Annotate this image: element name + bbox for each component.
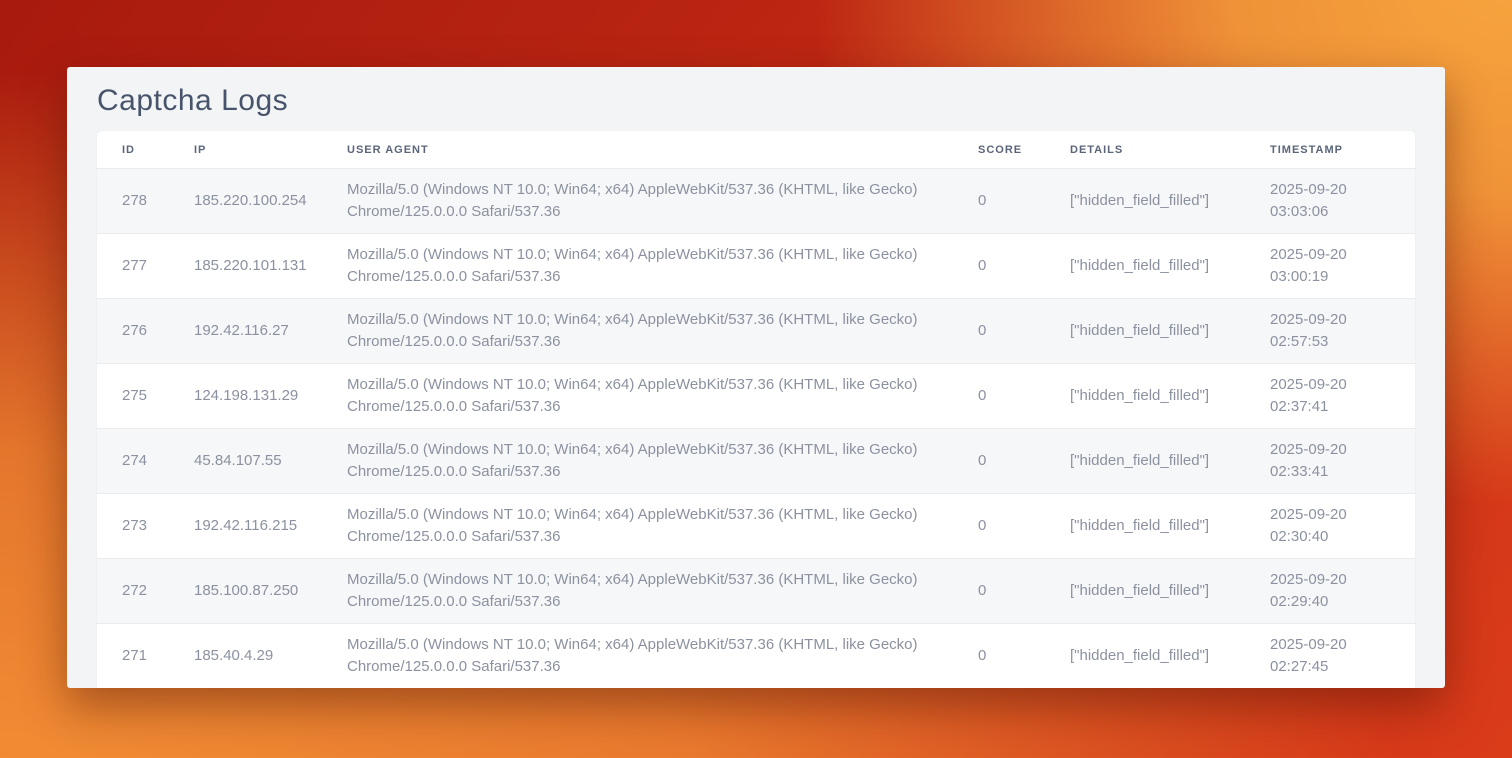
cell-ip: 124.198.131.29 (194, 363, 347, 428)
cell-details: ["hidden_field_filled"] (1070, 363, 1270, 428)
cell-timestamp: 2025-09-20 02:57:53 (1270, 298, 1415, 363)
table-row: 274 45.84.107.55 Mozilla/5.0 (Windows NT… (97, 428, 1415, 493)
cell-timestamp: 2025-09-20 02:29:40 (1270, 558, 1415, 623)
cell-ip: 192.42.116.27 (194, 298, 347, 363)
column-header-details: DETAILS (1070, 131, 1270, 168)
cell-id: 278 (97, 168, 194, 233)
captcha-logs-card: Captcha Logs ID IP USER AGENT SCORE DETA… (67, 67, 1445, 688)
cell-user-agent: Mozilla/5.0 (Windows NT 10.0; Win64; x64… (347, 428, 978, 493)
column-header-user-agent: USER AGENT (347, 131, 978, 168)
column-header-id: ID (97, 131, 194, 168)
cell-timestamp: 2025-09-20 02:30:40 (1270, 493, 1415, 558)
table-header-row: ID IP USER AGENT SCORE DETAILS TIMESTAMP (97, 131, 1415, 168)
cell-details: ["hidden_field_filled"] (1070, 623, 1270, 688)
table-row: 272 185.100.87.250 Mozilla/5.0 (Windows … (97, 558, 1415, 623)
table-row: 278 185.220.100.254 Mozilla/5.0 (Windows… (97, 168, 1415, 233)
cell-ip: 185.220.101.131 (194, 233, 347, 298)
cell-timestamp: 2025-09-20 02:37:41 (1270, 363, 1415, 428)
cell-user-agent: Mozilla/5.0 (Windows NT 10.0; Win64; x64… (347, 493, 978, 558)
table-row: 273 192.42.116.215 Mozilla/5.0 (Windows … (97, 493, 1415, 558)
cell-id: 276 (97, 298, 194, 363)
cell-user-agent: Mozilla/5.0 (Windows NT 10.0; Win64; x64… (347, 233, 978, 298)
cell-id: 272 (97, 558, 194, 623)
cell-details: ["hidden_field_filled"] (1070, 168, 1270, 233)
cell-score: 0 (978, 363, 1070, 428)
cell-details: ["hidden_field_filled"] (1070, 558, 1270, 623)
cell-details: ["hidden_field_filled"] (1070, 298, 1270, 363)
column-header-timestamp: TIMESTAMP (1270, 131, 1415, 168)
table-row: 271 185.40.4.29 Mozilla/5.0 (Windows NT … (97, 623, 1415, 688)
cell-user-agent: Mozilla/5.0 (Windows NT 10.0; Win64; x64… (347, 363, 978, 428)
cell-timestamp: 2025-09-20 03:03:06 (1270, 168, 1415, 233)
cell-details: ["hidden_field_filled"] (1070, 493, 1270, 558)
cell-id: 271 (97, 623, 194, 688)
cell-timestamp: 2025-09-20 02:27:45 (1270, 623, 1415, 688)
cell-score: 0 (978, 233, 1070, 298)
cell-id: 277 (97, 233, 194, 298)
table-row: 276 192.42.116.27 Mozilla/5.0 (Windows N… (97, 298, 1415, 363)
table-row: 277 185.220.101.131 Mozilla/5.0 (Windows… (97, 233, 1415, 298)
cell-score: 0 (978, 623, 1070, 688)
captcha-logs-table: ID IP USER AGENT SCORE DETAILS TIMESTAMP… (97, 131, 1415, 688)
cell-ip: 185.40.4.29 (194, 623, 347, 688)
cell-score: 0 (978, 298, 1070, 363)
cell-user-agent: Mozilla/5.0 (Windows NT 10.0; Win64; x64… (347, 168, 978, 233)
cell-id: 274 (97, 428, 194, 493)
cell-score: 0 (978, 493, 1070, 558)
table-body: 278 185.220.100.254 Mozilla/5.0 (Windows… (97, 168, 1415, 688)
cell-id: 273 (97, 493, 194, 558)
column-header-score: SCORE (978, 131, 1070, 168)
column-header-ip: IP (194, 131, 347, 168)
cell-timestamp: 2025-09-20 02:33:41 (1270, 428, 1415, 493)
cell-ip: 185.220.100.254 (194, 168, 347, 233)
cell-score: 0 (978, 558, 1070, 623)
page-background: { "page": { "title": "Captcha Logs" }, "… (0, 0, 1512, 758)
cell-timestamp: 2025-09-20 03:00:19 (1270, 233, 1415, 298)
cell-details: ["hidden_field_filled"] (1070, 233, 1270, 298)
cell-score: 0 (978, 428, 1070, 493)
cell-score: 0 (978, 168, 1070, 233)
cell-ip: 45.84.107.55 (194, 428, 347, 493)
cell-user-agent: Mozilla/5.0 (Windows NT 10.0; Win64; x64… (347, 298, 978, 363)
cell-ip: 185.100.87.250 (194, 558, 347, 623)
cell-details: ["hidden_field_filled"] (1070, 428, 1270, 493)
cell-user-agent: Mozilla/5.0 (Windows NT 10.0; Win64; x64… (347, 558, 978, 623)
page-title: Captcha Logs (97, 83, 1415, 119)
table-row: 275 124.198.131.29 Mozilla/5.0 (Windows … (97, 363, 1415, 428)
cell-ip: 192.42.116.215 (194, 493, 347, 558)
cell-id: 275 (97, 363, 194, 428)
cell-user-agent: Mozilla/5.0 (Windows NT 10.0; Win64; x64… (347, 623, 978, 688)
